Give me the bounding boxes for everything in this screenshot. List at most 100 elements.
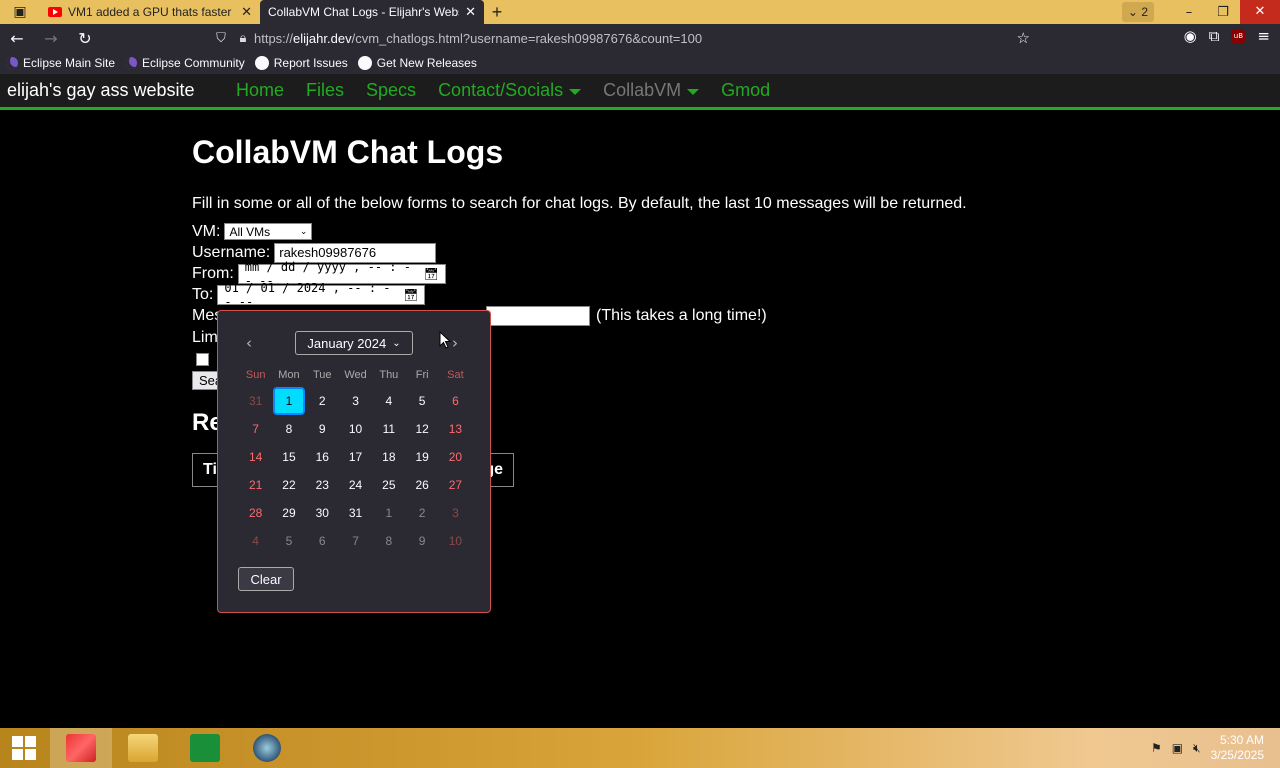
site-brand[interactable]: elijah's gay ass website <box>0 80 236 101</box>
tab-count-button[interactable]: ⌄ 2 <box>1121 2 1154 22</box>
shield-icon[interactable]: ⛉ <box>210 31 232 46</box>
nav-collabvm[interactable]: CollabVM <box>603 80 700 101</box>
start-button[interactable] <box>0 728 48 768</box>
calendar-day[interactable]: 30 <box>306 499 339 527</box>
reload-button[interactable]: ↻ <box>68 29 102 48</box>
calendar-day[interactable]: 8 <box>372 527 405 555</box>
taskbar-app-store[interactable] <box>174 728 236 768</box>
calendar-day[interactable]: 14 <box>239 443 272 471</box>
minimize-button[interactable]: – <box>1172 5 1206 20</box>
calendar-day[interactable]: 3 <box>339 387 372 415</box>
nav-specs[interactable]: Specs <box>366 80 416 101</box>
menu-icon[interactable]: ≡ <box>1257 27 1270 45</box>
option-checkbox[interactable] <box>196 353 209 366</box>
ublock-icon[interactable]: uB <box>1231 29 1246 43</box>
day-number: 2 <box>318 394 326 408</box>
calendar-day[interactable]: 26 <box>405 471 438 499</box>
calendar-day[interactable]: 11 <box>372 415 405 443</box>
calendar-day[interactable]: 12 <box>405 415 438 443</box>
tab-chatlogs[interactable]: CollabVM Chat Logs - Elijahr's Webs ✕ <box>260 0 484 24</box>
next-month-icon[interactable]: › <box>452 334 458 352</box>
calendar-day[interactable]: 31 <box>239 387 272 415</box>
forward-button[interactable]: → <box>34 29 68 48</box>
calendar-day[interactable]: 29 <box>272 499 305 527</box>
lock-icon[interactable]: 🔒︎ <box>232 31 254 46</box>
weekday-header: Sun <box>245 369 266 381</box>
calendar-day[interactable]: 18 <box>372 443 405 471</box>
day-number: 23 <box>315 478 329 492</box>
calendar-day[interactable]: 22 <box>272 471 305 499</box>
calendar-day[interactable]: 20 <box>439 443 472 471</box>
calendar-day[interactable]: 9 <box>405 527 438 555</box>
account-icon[interactable]: ◉ <box>1184 27 1197 45</box>
calendar-day[interactable]: 7 <box>239 415 272 443</box>
calendar-day[interactable]: 3 <box>439 499 472 527</box>
bookmark-get-new-releases[interactable]: Get New Releases <box>357 56 477 70</box>
clock[interactable]: 5:30 AM 3/25/2025 <box>1211 733 1264 763</box>
calendar-day[interactable]: 9 <box>306 415 339 443</box>
nav-contact[interactable]: Contact/Socials <box>438 80 582 101</box>
calendar-day[interactable]: 1 <box>372 499 405 527</box>
calendar-day[interactable]: 31 <box>339 499 372 527</box>
tab-youtube[interactable]: VM1 added a GPU thats faster t ✕ <box>40 0 260 24</box>
calendar-day[interactable]: 23 <box>306 471 339 499</box>
calendar-day[interactable]: 17 <box>339 443 372 471</box>
bookmark-eclipse-main[interactable]: Eclipse Main Site <box>6 56 115 70</box>
calendar-day[interactable]: 10 <box>339 415 372 443</box>
taskbar-app-browser[interactable] <box>50 728 112 768</box>
close-tab-icon[interactable]: ✕ <box>241 4 252 20</box>
day-number: 20 <box>448 450 463 464</box>
calendar-day[interactable]: 21 <box>239 471 272 499</box>
calendar-day[interactable]: 24 <box>339 471 372 499</box>
bookmark-report-issues[interactable]: Report Issues <box>254 56 348 70</box>
extensions-icon[interactable]: ⧉ <box>1209 27 1220 45</box>
taskbar-app-globe[interactable] <box>236 728 298 768</box>
calendar-day[interactable]: 28 <box>239 499 272 527</box>
to-datetime-input[interactable]: 01 / 01 / 2024 , -- : -- -- 📅︎ <box>217 281 426 309</box>
calendar-day[interactable]: 13 <box>439 415 472 443</box>
month-year-select[interactable]: January 2024 ⌄ <box>295 331 413 355</box>
calendar-day[interactable]: 7 <box>339 527 372 555</box>
network-icon[interactable]: ▣ <box>1172 741 1183 755</box>
calendar-day-selected[interactable]: 1 <box>272 387 305 415</box>
close-window-button[interactable]: ✕ <box>1240 0 1280 24</box>
url-bar[interactable]: ⛉ 🔒︎ https://elijahr.dev/cvm_chatlogs.ht… <box>210 27 1040 49</box>
calendar-day[interactable]: 10 <box>439 527 472 555</box>
calendar-day[interactable]: 4 <box>372 387 405 415</box>
prev-month-icon[interactable]: ‹ <box>246 334 252 352</box>
new-tab-button[interactable]: + <box>484 0 510 24</box>
calendar-day[interactable]: 16 <box>306 443 339 471</box>
calendar-day[interactable]: 5 <box>272 527 305 555</box>
flag-icon[interactable]: ⚑ <box>1151 741 1162 755</box>
calendar-day[interactable]: 6 <box>306 527 339 555</box>
calendar-day[interactable]: 2 <box>306 387 339 415</box>
calendar-day[interactable]: 6 <box>439 387 472 415</box>
day-number: 1 <box>385 506 393 520</box>
clear-button[interactable]: Clear <box>238 567 294 591</box>
calendar-day[interactable]: 4 <box>239 527 272 555</box>
calendar-day[interactable]: 2 <box>405 499 438 527</box>
message-note: (This takes a long time!) <box>596 307 767 324</box>
close-tab-icon[interactable]: ✕ <box>465 4 476 20</box>
calendar-icon[interactable]: 📅︎ <box>403 288 418 302</box>
nav-files[interactable]: Files <box>306 80 344 101</box>
to-row: To: 01 / 01 / 2024 , -- : -- -- 📅︎ <box>192 281 967 309</box>
calendar-day[interactable]: 27 <box>439 471 472 499</box>
nav-gmod[interactable]: Gmod <box>721 80 770 101</box>
vm-select[interactable]: All VMs ⌄ <box>224 223 313 240</box>
bookmark-eclipse-community[interactable]: Eclipse Community <box>125 56 245 70</box>
back-button[interactable]: ← <box>0 29 34 48</box>
calendar-day[interactable]: 5 <box>405 387 438 415</box>
message-input[interactable] <box>486 306 590 326</box>
tab-list-icon[interactable]: ▣ <box>0 0 40 24</box>
nav-home[interactable]: Home <box>236 80 284 101</box>
calendar-icon[interactable]: 📅︎ <box>424 267 439 281</box>
bookmark-star-icon[interactable]: ☆ <box>1017 29 1030 47</box>
calendar-day[interactable]: 25 <box>372 471 405 499</box>
calendar-day[interactable]: 8 <box>272 415 305 443</box>
restore-button[interactable]: ❐ <box>1206 5 1240 20</box>
taskbar-app-explorer[interactable] <box>112 728 174 768</box>
volume-muted-icon[interactable]: 🔇︎ <box>1193 741 1201 756</box>
calendar-day[interactable]: 19 <box>405 443 438 471</box>
calendar-day[interactable]: 15 <box>272 443 305 471</box>
